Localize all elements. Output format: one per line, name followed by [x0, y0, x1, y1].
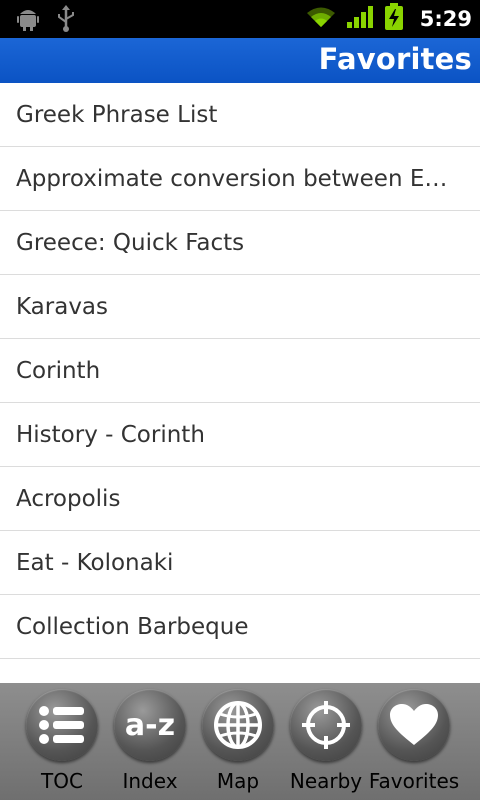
clock: 5:29 [419, 7, 472, 31]
list-icon [26, 689, 98, 761]
list-item-label: Greece: Quick Facts [16, 229, 245, 256]
list-item-label: Collection Barbeque [16, 613, 249, 640]
tab-map[interactable]: Map [194, 683, 282, 800]
a-z-icon: a-z [114, 689, 186, 761]
tab-label: TOC [41, 769, 83, 793]
svg-text:a-z: a-z [125, 708, 175, 742]
list-item[interactable]: Approximate conversion between English [0, 147, 480, 211]
favorites-list: Greek Phrase List Approximate conversion… [0, 83, 480, 683]
heart-icon [378, 689, 450, 761]
tab-favorites[interactable]: Favorites [369, 683, 459, 800]
list-item[interactable]: Greece: Quick Facts [0, 211, 480, 275]
tab-toc[interactable]: TOC [18, 683, 106, 800]
list-item[interactable]: Eat - Kolonaki [0, 531, 480, 595]
tab-nearby[interactable]: Nearby [282, 683, 370, 800]
list-item-label: Eat - Kolonaki [16, 549, 174, 576]
battery-charging-icon [384, 3, 404, 35]
status-bar: 5:29 [0, 0, 480, 38]
list-item[interactable]: Greek Phrase List [0, 83, 480, 147]
tab-label: Nearby [289, 769, 363, 793]
crosshair-icon [290, 689, 362, 761]
list-item-label: Karavas [16, 293, 109, 320]
list-item-label: Approximate conversion between English [16, 165, 456, 192]
list-item-label: History - Corinth [16, 421, 205, 448]
list-item[interactable]: Acropolis [0, 467, 480, 531]
list-item-label: Corinth [16, 357, 101, 384]
title-bar: Favorites [0, 38, 480, 83]
signal-icon [346, 5, 374, 33]
list-item-label: Greek Phrase List [16, 101, 218, 128]
tab-index[interactable]: a-z Index [106, 683, 194, 800]
wifi-icon [306, 5, 336, 33]
globe-icon [202, 689, 274, 761]
list-item[interactable]: Karavas [0, 275, 480, 339]
tab-label: Index [122, 769, 178, 793]
page-title: Favorites [318, 42, 472, 76]
list-item[interactable]: Corinth [0, 339, 480, 403]
list-item-label: Acropolis [16, 485, 121, 512]
tab-label: Favorites [368, 769, 460, 793]
tab-label: Map [216, 769, 260, 793]
list-item[interactable]: History - Corinth [0, 403, 480, 467]
list-item[interactable]: Collection Barbeque [0, 595, 480, 659]
usb-icon [56, 5, 76, 37]
bottom-navigation: TOC a-z Index Map Nearby Favorites [0, 683, 480, 800]
android-debug-icon [16, 6, 40, 36]
